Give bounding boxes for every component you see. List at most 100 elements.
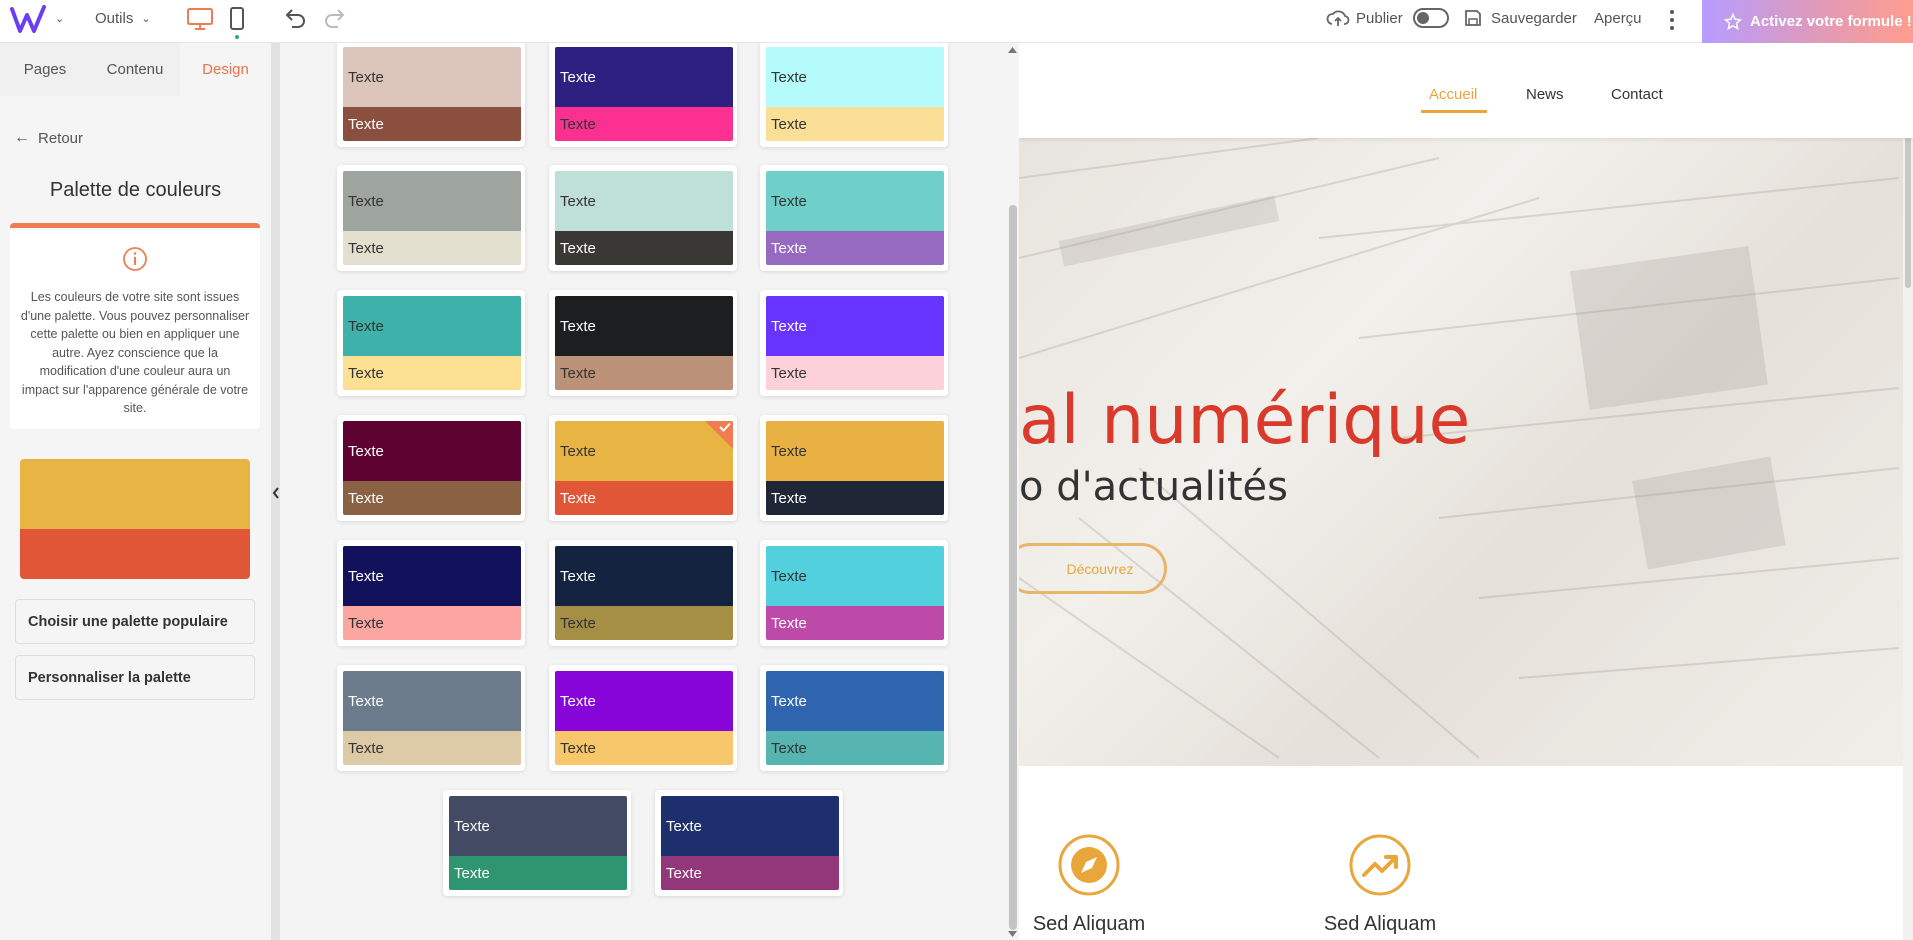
- nav-news[interactable]: News: [1526, 86, 1564, 103]
- palette-primary-color: Texte: [766, 671, 944, 731]
- choose-popular-palette-button[interactable]: Choisir une palette populaire: [15, 599, 255, 644]
- palette-swatch: Texte Texte: [661, 796, 839, 890]
- tab-contenu[interactable]: Contenu: [90, 43, 180, 96]
- back-label: Retour: [38, 129, 84, 147]
- palette-primary-color: Texte: [766, 171, 944, 231]
- palette-secondary-color: Texte: [661, 856, 839, 890]
- site-scrollbar[interactable]: [1903, 43, 1913, 940]
- palette-swatch: Texte Texte: [766, 546, 944, 640]
- palette-option[interactable]: Texte Texte: [549, 290, 737, 396]
- active-device-dot: [235, 35, 239, 39]
- palette-option[interactable]: Texte Texte: [549, 415, 737, 521]
- palette-secondary-color: Texte: [766, 481, 944, 515]
- info-box: Les couleurs de votre site sont issues d…: [10, 223, 260, 429]
- design-sidebar: Pages Contenu Design ← Retour Palette de…: [0, 43, 271, 940]
- chevron-left-icon[interactable]: [272, 486, 280, 500]
- palette-swatch: Texte Texte: [766, 171, 944, 265]
- palette-primary-color: Texte: [766, 47, 944, 107]
- palette-option[interactable]: Texte Texte: [337, 43, 525, 147]
- nav-accueil[interactable]: Accueil: [1429, 86, 1477, 103]
- publish-toggle[interactable]: [1412, 8, 1449, 28]
- preview-button[interactable]: Aperçu: [1594, 10, 1642, 27]
- desktop-icon[interactable]: [186, 7, 214, 31]
- mobile-icon[interactable]: [228, 6, 246, 32]
- compass-icon: [1058, 834, 1120, 896]
- palette-option[interactable]: Texte Texte: [760, 540, 948, 646]
- palette-primary-color: Texte: [343, 296, 521, 356]
- palette-swatch: Texte Texte: [343, 671, 521, 765]
- palette-option[interactable]: Texte Texte: [549, 43, 737, 147]
- palette-option[interactable]: Texte Texte: [443, 790, 631, 896]
- palette-secondary-color: Texte: [555, 231, 733, 265]
- palette-secondary-color: Texte: [555, 356, 733, 390]
- palette-secondary-color: Texte: [343, 731, 521, 765]
- palette-option[interactable]: Texte Texte: [549, 665, 737, 771]
- tab-pages[interactable]: Pages: [0, 43, 90, 96]
- palette-option[interactable]: Texte Texte: [655, 790, 843, 896]
- palette-option[interactable]: Texte Texte: [337, 540, 525, 646]
- palette-option[interactable]: Texte Texte: [337, 415, 525, 521]
- palette-option[interactable]: Texte Texte: [760, 290, 948, 396]
- trending-up-icon: [1349, 834, 1411, 896]
- customize-palette-button[interactable]: Personnaliser la palette: [15, 655, 255, 700]
- feature-label: Sed Aliquam: [1032, 913, 1146, 935]
- palette-primary-color: Texte: [555, 171, 733, 231]
- discover-button[interactable]: Découvrez: [1019, 543, 1167, 594]
- current-palette-preview: [20, 459, 250, 579]
- tools-menu[interactable]: Outils ⌄: [95, 10, 151, 27]
- palette-option[interactable]: Texte Texte: [337, 165, 525, 271]
- palette-secondary-color: Texte: [555, 606, 733, 640]
- palette-scrollbar[interactable]: [1006, 43, 1019, 940]
- palette-option[interactable]: Texte Texte: [337, 290, 525, 396]
- redo-icon[interactable]: [322, 7, 348, 31]
- palette-secondary-color: Texte: [343, 481, 521, 515]
- more-options-icon[interactable]: [1664, 7, 1680, 33]
- tab-design[interactable]: Design: [180, 43, 271, 96]
- palette-primary-color: Texte: [343, 171, 521, 231]
- palette-swatch: Texte Texte: [766, 296, 944, 390]
- palette-primary-color: Texte: [555, 671, 733, 731]
- save-button[interactable]: Sauvegarder: [1463, 8, 1577, 28]
- feature-label: Sed Aliquam: [1323, 913, 1437, 935]
- panel-title: Palette de couleurs: [49, 179, 222, 201]
- scroll-down-icon[interactable]: [1008, 931, 1017, 937]
- info-icon: [123, 247, 147, 271]
- palette-primary-color: Texte: [343, 47, 521, 107]
- scroll-up-icon[interactable]: [1008, 47, 1017, 53]
- palette-secondary-color: Texte: [343, 356, 521, 390]
- palette-primary-color: Texte: [766, 546, 944, 606]
- arrow-left-icon: ←: [14, 129, 30, 146]
- palette-secondary-color: Texte: [555, 107, 733, 141]
- palette-option[interactable]: Texte Texte: [337, 665, 525, 771]
- palette-primary-color: Texte: [661, 796, 839, 856]
- chevron-down-icon: ⌄: [141, 13, 151, 25]
- palette-swatch: Texte Texte: [766, 47, 944, 141]
- palette-primary-color: Texte: [766, 421, 944, 481]
- palette-swatch: Texte Texte: [555, 671, 733, 765]
- palette-option[interactable]: Texte Texte: [549, 540, 737, 646]
- palette-secondary-color: Texte: [555, 481, 733, 515]
- back-link[interactable]: ← Retour: [14, 129, 83, 147]
- activate-plan-button[interactable]: Activez votre formule !: [1702, 0, 1913, 43]
- palette-option[interactable]: Texte Texte: [549, 165, 737, 271]
- palette-primary-color: Texte: [343, 671, 521, 731]
- logo-icon[interactable]: [10, 5, 50, 35]
- chevron-down-icon[interactable]: ⌄: [55, 12, 64, 25]
- palette-primary-color: Texte: [555, 546, 733, 606]
- info-text: Les couleurs de votre site sont issues d…: [20, 290, 250, 415]
- palette-option[interactable]: Texte Texte: [760, 665, 948, 771]
- palette-swatch: Texte Texte: [449, 796, 627, 890]
- palette-primary-color: Texte: [449, 796, 627, 856]
- scroll-thumb[interactable]: [1009, 205, 1017, 930]
- top-toolbar: ⌄ Outils ⌄ Publier Sauvegarder Aperçu Ac…: [0, 0, 1913, 43]
- save-icon: [1465, 10, 1481, 26]
- palette-grid: Texte Texte Texte Texte Texte Texte Texte Texte…: [280, 43, 1019, 940]
- palette-swatch: Texte Texte: [555, 421, 733, 515]
- palette-option[interactable]: Texte Texte: [760, 43, 948, 147]
- palette-option[interactable]: Texte Texte: [760, 165, 948, 271]
- undo-icon[interactable]: [282, 7, 308, 31]
- nav-contact[interactable]: Contact: [1611, 86, 1663, 103]
- palette-option[interactable]: Texte Texte: [760, 415, 948, 521]
- publish-control[interactable]: Publier: [1326, 8, 1449, 28]
- site-preview: Accueil News Contact al numérique o d'ac…: [1019, 43, 1913, 940]
